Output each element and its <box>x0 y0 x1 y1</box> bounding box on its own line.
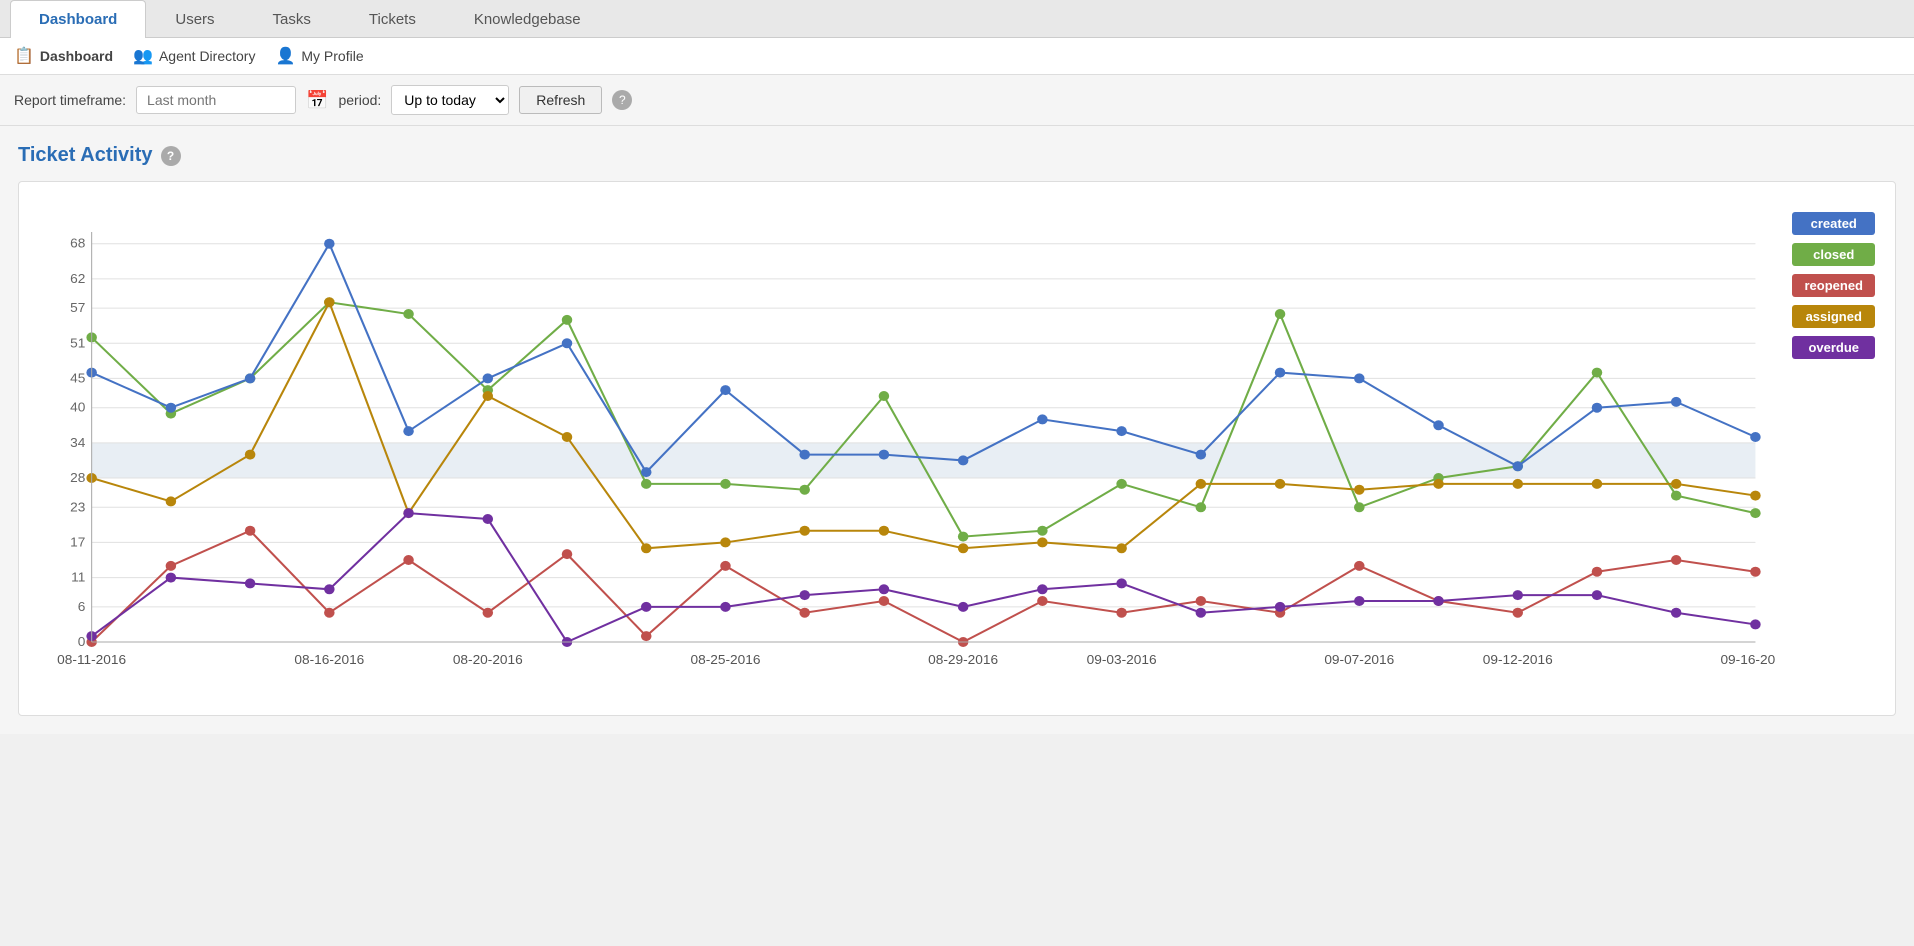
subnav-agent-directory[interactable]: 👥 Agent Directory <box>133 46 255 66</box>
svg-text:68: 68 <box>70 236 85 251</box>
sub-nav: 📋 Dashboard 👥 Agent Directory 👤 My Profi… <box>0 38 1914 75</box>
svg-text:40: 40 <box>70 400 85 415</box>
svg-text:08-29-2016: 08-29-2016 <box>928 652 998 667</box>
period-label: period: <box>338 92 381 108</box>
subnav-dashboard[interactable]: 📋 Dashboard <box>14 46 113 66</box>
ticket-activity-title: Ticket Activity <box>18 144 153 167</box>
legend-closed: closed <box>1792 243 1875 266</box>
svg-text:34: 34 <box>70 435 86 450</box>
svg-text:09-16-2016: 09-16-2016 <box>1720 652 1776 667</box>
main-content: Ticket Activity ? 0 6 11 17 23 28 34 40 45 51 57 62… <box>0 126 1914 734</box>
svg-text:23: 23 <box>70 500 85 515</box>
chart-help-icon[interactable]: ? <box>161 146 181 166</box>
my-profile-icon: 👤 <box>275 46 295 66</box>
chart-legend: created closed reopened assigned overdue <box>1792 202 1875 705</box>
refresh-button[interactable]: Refresh <box>519 86 602 114</box>
legend-reopened: reopened <box>1792 274 1875 297</box>
svg-text:45: 45 <box>70 371 85 386</box>
top-nav: Dashboard Users Tasks Tickets Knowledgeb… <box>0 0 1914 38</box>
section-title: Ticket Activity ? <box>18 144 1896 167</box>
tab-tasks[interactable]: Tasks <box>244 0 340 38</box>
svg-text:17: 17 <box>70 535 85 550</box>
calendar-icon: 📅 <box>306 90 328 111</box>
legend-overdue: overdue <box>1792 336 1875 359</box>
svg-text:51: 51 <box>70 336 85 351</box>
svg-text:11: 11 <box>71 570 85 585</box>
agent-directory-icon: 👥 <box>133 46 153 66</box>
svg-text:28: 28 <box>70 470 85 485</box>
subnav-agent-directory-label: Agent Directory <box>159 48 255 64</box>
chart-container: 0 6 11 17 23 28 34 40 45 51 57 62 68 08-11-2016 08-16-… <box>18 181 1896 716</box>
subnav-dashboard-label: Dashboard <box>40 48 113 64</box>
svg-text:08-11-2016: 08-11-2016 <box>57 652 126 667</box>
svg-text:57: 57 <box>70 300 85 315</box>
legend-created: created <box>1792 212 1875 235</box>
svg-text:6: 6 <box>78 599 86 614</box>
chart-area: 0 6 11 17 23 28 34 40 45 51 57 62 68 08-11-2016 08-16-… <box>39 202 1875 705</box>
toolbar-help-icon[interactable]: ? <box>612 90 632 110</box>
legend-assigned: assigned <box>1792 305 1875 328</box>
svg-text:0: 0 <box>78 634 86 649</box>
svg-text:62: 62 <box>70 271 85 286</box>
svg-text:08-20-2016: 08-20-2016 <box>453 652 523 667</box>
dashboard-icon: 📋 <box>14 46 34 66</box>
chart-svg: 0 6 11 17 23 28 34 40 45 51 57 62 68 08-11-2016 08-16-… <box>39 202 1776 705</box>
subnav-my-profile-label: My Profile <box>301 48 363 64</box>
report-timeframe-label: Report timeframe: <box>14 92 126 108</box>
tab-knowledgebase[interactable]: Knowledgebase <box>445 0 610 38</box>
svg-text:09-12-2016: 09-12-2016 <box>1483 652 1553 667</box>
toolbar: Report timeframe: 📅 period: Up to today … <box>0 75 1914 126</box>
tab-users[interactable]: Users <box>146 0 243 38</box>
subnav-my-profile[interactable]: 👤 My Profile <box>275 46 363 66</box>
svg-text:09-07-2016: 09-07-2016 <box>1324 652 1394 667</box>
svg-text:09-03-2016: 09-03-2016 <box>1087 652 1157 667</box>
timeframe-input[interactable] <box>136 86 296 114</box>
tab-tickets[interactable]: Tickets <box>340 0 445 38</box>
tab-dashboard[interactable]: Dashboard <box>10 0 146 38</box>
svg-text:08-25-2016: 08-25-2016 <box>691 652 761 667</box>
svg-text:08-16-2016: 08-16-2016 <box>294 652 364 667</box>
period-select[interactable]: Up to today Custom Last 7 days Last 30 d… <box>391 85 509 115</box>
